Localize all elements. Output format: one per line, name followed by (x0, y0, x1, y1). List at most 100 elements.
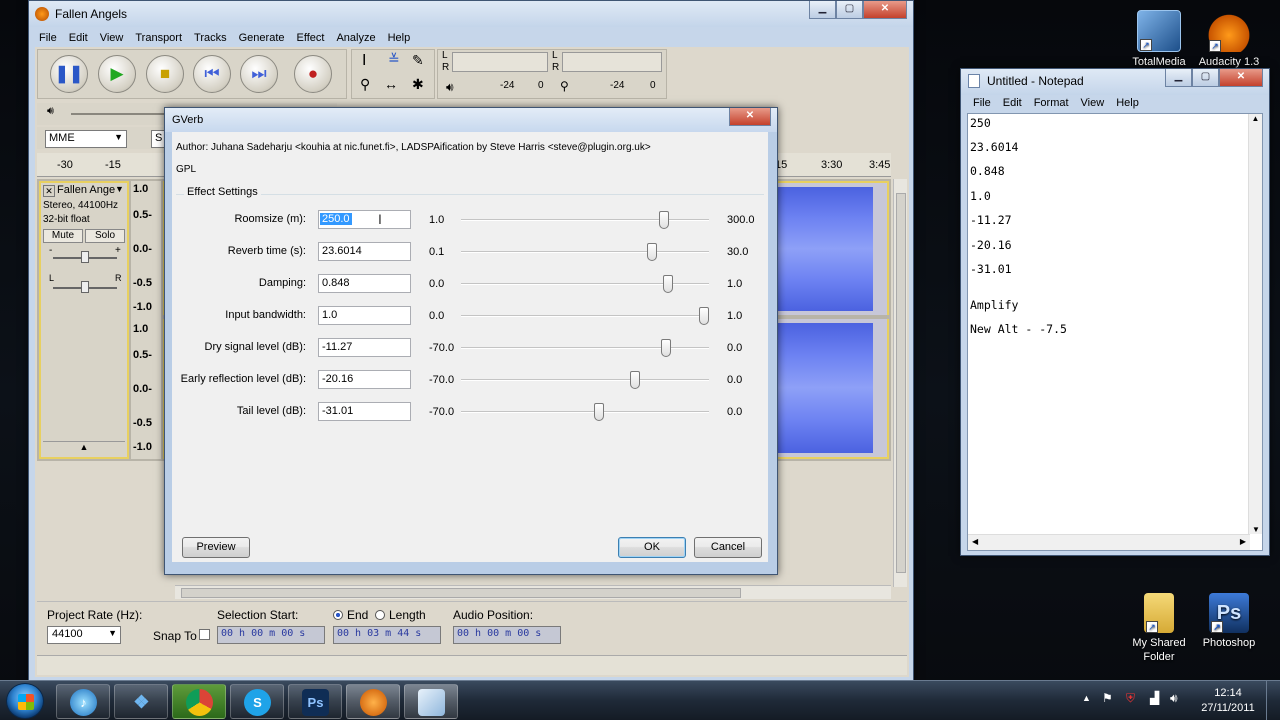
taskbar-itunes[interactable]: ♪ (56, 684, 110, 719)
audio-position-field[interactable]: 00 h 00 m 00 s (453, 626, 561, 644)
skip-end-button[interactable]: ⏭ (240, 55, 278, 93)
notepad-vscrollbar[interactable]: ▲ ▼ (1248, 114, 1262, 534)
menu-edit[interactable]: Edit (63, 29, 94, 47)
notepad-hscrollbar[interactable]: ◀ ▶ (968, 534, 1250, 550)
length-radio[interactable] (375, 610, 385, 620)
selection-tool-icon[interactable]: I (362, 52, 366, 70)
notepad-minimize-button[interactable]: ▁ (1165, 69, 1192, 87)
host-select[interactable]: MME ▼ (45, 130, 127, 148)
zoom-tool-icon[interactable]: ⚲ (360, 76, 370, 93)
track-name[interactable]: Fallen Ange (57, 184, 115, 196)
stop-button[interactable]: ■ (146, 55, 184, 93)
param-slider-track[interactable] (461, 411, 709, 413)
clock[interactable]: 12:14 27/11/2011 (1198, 686, 1258, 716)
gverb-titlebar[interactable]: GVerb ✕ (165, 108, 777, 132)
close-button[interactable]: ✕ (863, 1, 907, 19)
network-icon[interactable]: ▟ (1150, 691, 1159, 705)
draw-tool-icon[interactable]: ✎ (412, 52, 424, 69)
taskbar-photoshop[interactable]: Ps (288, 684, 342, 719)
param-slider-thumb[interactable] (659, 211, 669, 229)
taskbar-notepad[interactable] (404, 684, 458, 719)
multi-tool-icon[interactable]: ✱ (412, 76, 424, 93)
param-slider-track[interactable] (461, 347, 709, 349)
param-slider-thumb[interactable] (661, 339, 671, 357)
menu-transport[interactable]: Transport (129, 29, 188, 47)
notepad-menu-format[interactable]: Format (1028, 94, 1075, 112)
notepad-maximize-button[interactable]: ▢ (1192, 69, 1219, 87)
param-input[interactable]: -31.01 (318, 402, 411, 421)
start-button[interactable] (6, 683, 44, 719)
maximize-button[interactable]: ▢ (836, 1, 863, 19)
tray-show-hidden-icon[interactable]: ▲ (1082, 693, 1091, 703)
track-close-icon[interactable]: ✕ (43, 185, 55, 197)
play-button[interactable]: ▶ (98, 55, 136, 93)
menu-generate[interactable]: Generate (233, 29, 291, 47)
audacity-titlebar[interactable]: Fallen Angels ▁ ▢ ✕ (29, 1, 913, 27)
param-slider-track[interactable] (461, 219, 709, 221)
skip-start-button[interactable]: ⏮ (193, 55, 231, 93)
snap-to-checkbox[interactable] (199, 629, 210, 640)
notepad-titlebar[interactable]: Untitled - Notepad ▁ ▢ ✕ (961, 69, 1269, 95)
param-input[interactable]: 0.848 (318, 274, 411, 293)
notepad-menu-help[interactable]: Help (1110, 94, 1145, 112)
notepad-menu-file[interactable]: File (967, 94, 997, 112)
notepad-editor[interactable]: 250 23.6014 0.848 1.0 -11.27 -20.16 -31.… (967, 113, 1263, 551)
menu-help[interactable]: Help (382, 29, 417, 47)
scroll-thumb[interactable] (896, 193, 906, 573)
timeshift-tool-icon[interactable]: ↔ (384, 76, 398, 92)
param-input[interactable]: 1.0 (318, 306, 411, 325)
shared-folder-icon[interactable]: ↗ My Shared Folder (1124, 593, 1194, 664)
param-slider-thumb[interactable] (647, 243, 657, 261)
scroll-left-icon[interactable]: ◀ (972, 537, 978, 546)
taskbar-skype[interactable]: S (230, 684, 284, 719)
param-input[interactable]: -20.16 (318, 370, 411, 389)
param-slider-track[interactable] (461, 379, 709, 381)
taskbar-dropbox[interactable]: ❖ (114, 684, 168, 719)
param-slider-thumb[interactable] (594, 403, 604, 421)
gverb-close-button[interactable]: ✕ (729, 108, 771, 126)
notepad-close-button[interactable]: ✕ (1219, 69, 1263, 87)
solo-button[interactable]: Solo (85, 229, 125, 243)
audacity-desktop-icon[interactable]: ↗ Audacity 1.3 (1194, 10, 1264, 69)
envelope-tool-icon[interactable]: ≚ (388, 51, 400, 68)
horizontal-scrollbar[interactable] (175, 585, 891, 599)
scroll-right-icon[interactable]: ▶ (1240, 537, 1246, 546)
param-slider-thumb[interactable] (699, 307, 709, 325)
taskbar-chrome[interactable] (172, 684, 226, 719)
menu-tracks[interactable]: Tracks (188, 29, 233, 47)
selection-start-field[interactable]: 00 h 00 m 00 s (217, 626, 325, 644)
record-button[interactable]: ● (294, 55, 332, 93)
menu-effect[interactable]: Effect (291, 29, 331, 47)
pause-button[interactable]: ❚❚ (50, 55, 88, 93)
minimize-button[interactable]: ▁ (809, 1, 836, 19)
collapse-track-icon[interactable]: ▲ (43, 441, 125, 455)
selection-end-field[interactable]: 00 h 03 m 44 s (333, 626, 441, 644)
param-input[interactable]: 250.0 (318, 210, 411, 229)
microphone-icon[interactable]: ⚲ (560, 79, 569, 93)
vertical-scrollbar[interactable] (893, 179, 907, 587)
totalmedia-icon[interactable]: ↗ TotalMedia (1124, 10, 1194, 69)
menu-analyze[interactable]: Analyze (330, 29, 381, 47)
project-rate-select[interactable]: 44100 ▼ (47, 626, 121, 644)
security-icon[interactable]: ⛨ (1126, 691, 1135, 706)
preview-button[interactable]: Preview (182, 537, 250, 558)
scroll-down-icon[interactable]: ▼ (1249, 525, 1263, 534)
param-input[interactable]: 23.6014 (318, 242, 411, 261)
action-center-icon[interactable]: ⚑ (1102, 691, 1113, 705)
menu-file[interactable]: File (33, 29, 63, 47)
menu-view[interactable]: View (94, 29, 130, 47)
scroll-up-icon[interactable]: ▲ (1249, 114, 1262, 123)
param-slider-track[interactable] (461, 315, 709, 317)
speaker-icon[interactable]: 🔊︎ (446, 80, 454, 95)
photoshop-desktop-icon[interactable]: Ps ↗ Photoshop (1194, 593, 1264, 650)
param-slider-thumb[interactable] (663, 275, 673, 293)
ok-button[interactable]: OK (618, 537, 686, 558)
track-menu-chevron-icon[interactable]: ▼ (115, 184, 124, 194)
param-input[interactable]: -11.27 (318, 338, 411, 357)
notepad-menu-view[interactable]: View (1075, 94, 1111, 112)
end-radio[interactable] (333, 610, 343, 620)
param-slider-thumb[interactable] (630, 371, 640, 389)
volume-tray-icon[interactable]: 🔊︎ (1170, 691, 1178, 706)
taskbar-audacity[interactable] (346, 684, 400, 719)
hscroll-thumb[interactable] (181, 588, 741, 598)
